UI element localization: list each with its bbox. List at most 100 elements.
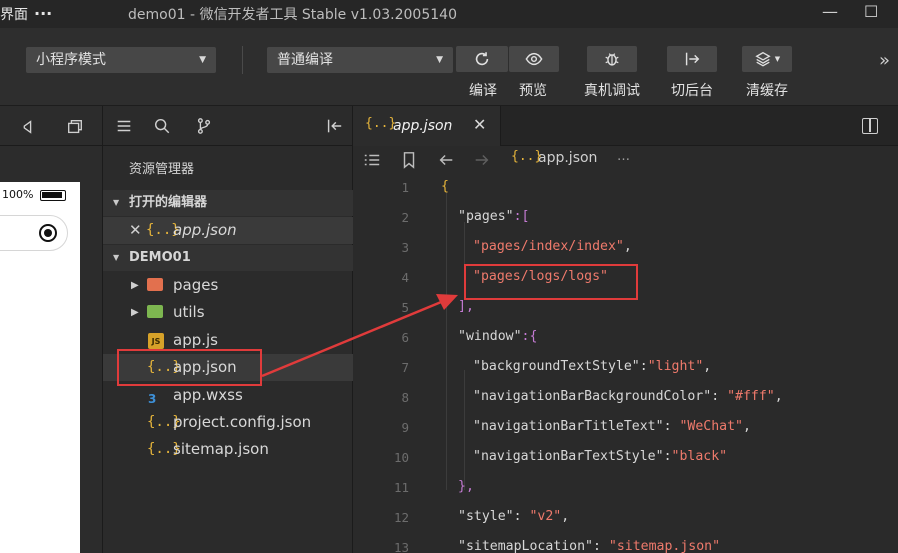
tree-item-pages[interactable]: ▶ pages bbox=[103, 272, 353, 299]
tree-item-label: app.js bbox=[173, 331, 218, 349]
code-token: "pages/index/index" bbox=[473, 239, 624, 254]
open-editor-app-json[interactable]: ✕ {..} app.json bbox=[103, 217, 353, 244]
js-file-icon: JS bbox=[148, 333, 164, 349]
tree-item-utils[interactable]: ▶ utils bbox=[103, 299, 353, 326]
line-number: 13 bbox=[393, 540, 409, 553]
window-icon[interactable] bbox=[66, 118, 84, 136]
caret-down-icon: ▼ bbox=[199, 55, 206, 65]
tree-item-project-config-json[interactable]: {..} project.config.json bbox=[103, 409, 353, 436]
breadcrumb-more[interactable]: … bbox=[617, 149, 630, 164]
battery-icon bbox=[40, 190, 66, 201]
battery-percentage: 100% bbox=[2, 188, 34, 201]
code-line: "pages/logs/logs" bbox=[473, 269, 608, 284]
expand-arrow-icon[interactable]: ▶ bbox=[131, 299, 139, 326]
compile-select[interactable]: 普通编译 ▼ bbox=[267, 47, 453, 73]
overflow-chevron-icon[interactable]: » bbox=[879, 50, 890, 71]
list-icon[interactable] bbox=[115, 117, 133, 135]
clear-cache-button[interactable]: ▼ bbox=[742, 46, 792, 72]
breadcrumb-filename[interactable]: app.json bbox=[538, 150, 597, 166]
code-token: "light" bbox=[647, 359, 704, 374]
bookmark-icon[interactable] bbox=[401, 151, 417, 169]
maximize-button[interactable]: ☐ bbox=[864, 2, 878, 21]
code-line: "pages/index/index", bbox=[473, 239, 632, 254]
code-line: }, bbox=[458, 479, 474, 494]
simulator-header bbox=[0, 106, 102, 146]
code-line: ], bbox=[458, 299, 474, 314]
code-line: "navigationBarBackgroundColor": "#fff", bbox=[473, 389, 783, 404]
title-bar: 界面 ... demo01 - 微信开发者工具 Stable v1.03.200… bbox=[0, 0, 898, 28]
phone-screen[interactable]: 100% bbox=[0, 182, 80, 553]
line-number: 6 bbox=[401, 330, 409, 345]
line-number: 7 bbox=[401, 360, 409, 375]
code-token: "sitemap.json" bbox=[608, 539, 721, 553]
compile-button[interactable] bbox=[456, 46, 508, 72]
tree-item-label: pages bbox=[173, 276, 219, 294]
remote-debug-button[interactable] bbox=[587, 46, 637, 72]
folder-icon bbox=[147, 305, 163, 318]
forward-arrow-icon[interactable] bbox=[473, 151, 491, 169]
collapse-panel-icon[interactable] bbox=[325, 117, 343, 135]
list-icon[interactable] bbox=[363, 151, 381, 169]
code-token: }, bbox=[458, 479, 474, 494]
back-arrow-icon[interactable] bbox=[437, 151, 455, 169]
layers-icon bbox=[755, 51, 771, 67]
explorer-panel: 资源管理器 ▼ 打开的编辑器 ✕ {..} app.json ▼ DEMO01 … bbox=[103, 106, 353, 553]
mode-select-value: 小程序模式 bbox=[36, 52, 106, 68]
code-token: "black" bbox=[671, 449, 728, 464]
split-editor-icon[interactable] bbox=[862, 118, 878, 134]
open-editors-header[interactable]: ▼ 打开的编辑器 bbox=[103, 190, 353, 216]
code-token: "WeChat" bbox=[679, 419, 743, 434]
branch-icon[interactable] bbox=[195, 117, 213, 135]
project-header[interactable]: ▼ DEMO01 bbox=[103, 245, 353, 271]
code-line: "window":{ bbox=[458, 329, 537, 344]
capsule-menu[interactable] bbox=[0, 215, 68, 251]
code-line: "backgroundTextStyle":"light", bbox=[473, 359, 712, 374]
bug-icon bbox=[605, 53, 619, 66]
close-capsule-icon[interactable] bbox=[39, 224, 57, 242]
switch-background-button[interactable] bbox=[667, 46, 717, 72]
minimize-button[interactable]: — bbox=[822, 2, 838, 21]
close-icon[interactable]: ✕ bbox=[129, 217, 142, 244]
compile-label: 编译 bbox=[469, 83, 497, 99]
mode-select[interactable]: 小程序模式 ▼ bbox=[26, 47, 216, 73]
code-line: "style": "v2", bbox=[458, 509, 570, 524]
tree-item-app-js[interactable]: JS app.js bbox=[103, 327, 353, 354]
project-name: DEMO01 bbox=[129, 250, 191, 265]
code-editor: {..} app.json ✕ {..} app.json … 1 2 3 4 … bbox=[353, 106, 898, 553]
code-token: "navigationBarBackgroundColor" bbox=[473, 389, 712, 404]
code-line: "navigationBarTextStyle":"black" bbox=[473, 449, 728, 464]
close-tab-icon[interactable]: ✕ bbox=[473, 115, 486, 134]
indent-guide bbox=[464, 222, 465, 282]
line-number: 8 bbox=[401, 390, 409, 405]
tree-item-label: app.wxss bbox=[173, 386, 243, 404]
caret-down-icon: ▼ bbox=[436, 55, 443, 65]
compile-select-value: 普通编译 bbox=[277, 52, 333, 68]
tree-item-sitemap-json[interactable]: {..} sitemap.json bbox=[103, 436, 353, 463]
code-token: "navigationBarTitleText" bbox=[473, 419, 664, 434]
toolbar: 小程序模式 ▼ 普通编译 ▼ 编译 预览 真机调试 切后台 ▼ 清缓存 » bbox=[0, 28, 898, 106]
switch-background-label: 切后台 bbox=[671, 83, 713, 99]
search-icon[interactable] bbox=[153, 117, 171, 135]
menu-label[interactable]: 界面 bbox=[0, 4, 28, 24]
line-number: 5 bbox=[401, 300, 409, 315]
collapse-triangle-icon: ▼ bbox=[113, 253, 120, 262]
tree-item-app-json[interactable]: {..} app.json bbox=[103, 354, 353, 381]
breadcrumb: {..} app.json … bbox=[353, 146, 898, 174]
indent-guide bbox=[464, 370, 465, 490]
line-number: 11 bbox=[393, 480, 409, 495]
code-line: "navigationBarTitleText": "WeChat", bbox=[473, 419, 751, 434]
line-number: 2 bbox=[401, 210, 409, 225]
code-token: { bbox=[441, 179, 449, 194]
open-editors-label: 打开的编辑器 bbox=[129, 195, 208, 210]
expand-arrow-icon[interactable]: ▶ bbox=[131, 272, 139, 299]
preview-button[interactable] bbox=[509, 46, 559, 72]
more-menu-button[interactable]: ... bbox=[34, 0, 52, 19]
editor-tabs: {..} app.json ✕ bbox=[353, 106, 898, 146]
tab-app-json[interactable]: {..} app.json ✕ bbox=[353, 106, 501, 146]
volume-icon[interactable] bbox=[18, 118, 36, 136]
code-token: "pages" bbox=[458, 209, 514, 224]
tree-item-app-wxss[interactable]: 3 app.wxss bbox=[103, 382, 353, 409]
code-area[interactable]: 1 2 3 4 5 6 7 8 9 10 11 12 13 { "pages":… bbox=[353, 174, 898, 553]
refresh-icon bbox=[475, 52, 489, 66]
code-line: "pages":[ bbox=[458, 209, 529, 224]
